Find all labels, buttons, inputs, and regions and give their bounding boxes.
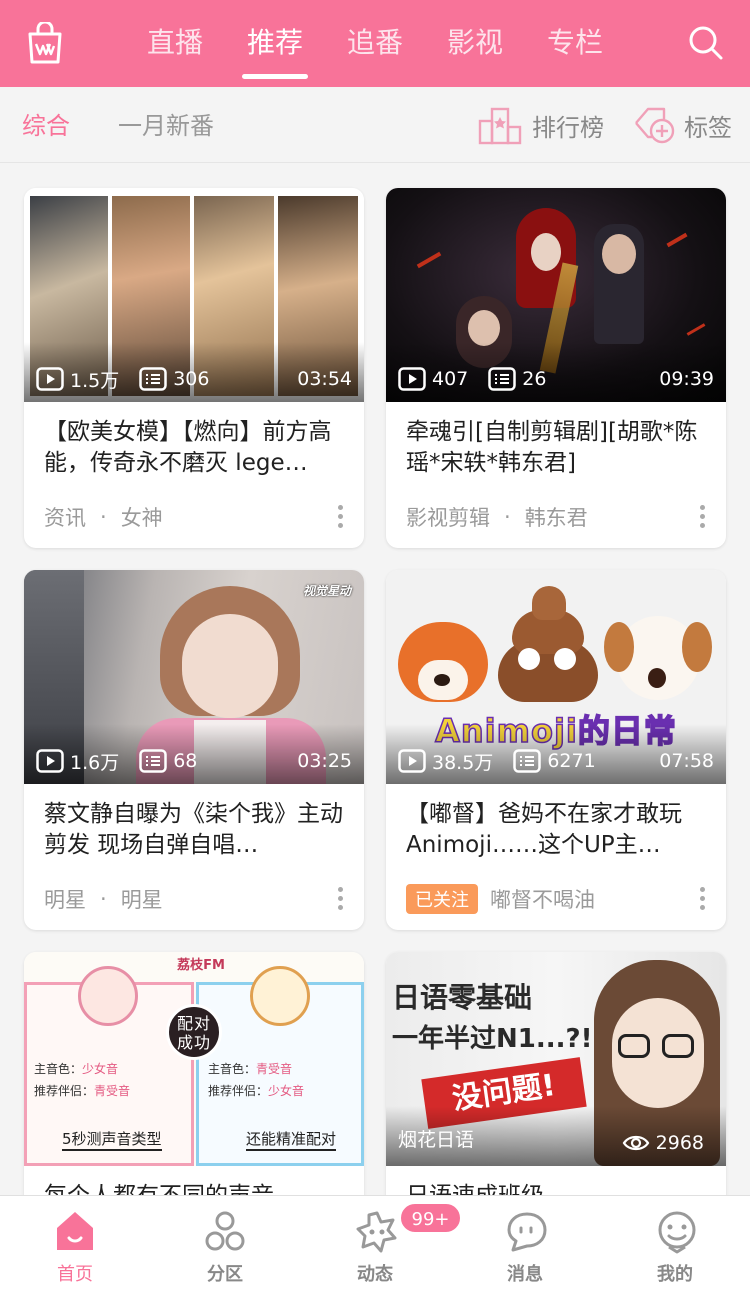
danmaku-count: 68 xyxy=(173,750,198,772)
danmaku-count: 306 xyxy=(173,368,210,390)
video-thumbnail: 日语零基础 一年半过N1...?! 没问题! 烟花日语 2968 xyxy=(386,952,726,1166)
danmaku-count: 6271 xyxy=(547,750,596,772)
danmaku-icon xyxy=(139,749,167,773)
nav-profile[interactable]: 我的 xyxy=(600,1196,750,1293)
partner-value: 少女音 xyxy=(268,1084,305,1098)
subtab-general[interactable]: 综合 xyxy=(22,87,70,163)
nav-home-label: 首页 xyxy=(57,1264,93,1285)
video-thumbnail: 视觉星动 1.6万 68 03:25 xyxy=(24,570,364,784)
thumb-caption: 5秒测声音类型 xyxy=(62,1128,162,1151)
video-card[interactable]: 407 26 09:39 牵魂引[自制剪辑剧][胡歌*陈瑶*宋轶*韩东君] 影视… xyxy=(386,188,726,548)
ranking-icon xyxy=(478,107,522,145)
category-tag[interactable]: 明星 xyxy=(44,884,86,914)
view-count: 2968 xyxy=(655,1132,704,1154)
video-title[interactable]: 【嘟督】爸妈不在家才敢玩Animoji……这个UP主… xyxy=(406,799,706,861)
voice-type-label: 主音色： xyxy=(208,1062,257,1076)
eye-icon xyxy=(622,1135,649,1151)
video-thumbnail: Animoji的日常 38.5万 6271 07:58 xyxy=(386,570,726,784)
tab-movies[interactable]: 影视 xyxy=(425,0,525,87)
followed-badge: 已关注 xyxy=(406,884,478,914)
partner-value: 青受音 xyxy=(94,1084,131,1098)
dynamics-icon xyxy=(356,1211,397,1253)
match-success-badge: 配对成功 xyxy=(166,1004,222,1060)
video-title[interactable]: 【欧美女模】【燃向】前方高能，传奇永不磨灭 lege… xyxy=(44,417,344,479)
top-bar: 直播 推荐 追番 影视 专栏 xyxy=(0,0,750,87)
video-card[interactable]: Animoji的日常 38.5万 6271 07:58 【嘟督】爸妈不在家才敢玩… xyxy=(386,570,726,930)
notification-badge: 99+ xyxy=(399,1202,462,1234)
thumb-headline: 日语零基础 xyxy=(392,981,533,1014)
play-count-icon xyxy=(36,367,64,391)
ranking-button[interactable]: 排行榜 xyxy=(478,87,604,163)
sub-tab-bar: 综合 一月新番 排行榜 标签 xyxy=(0,87,750,163)
bottom-navigation: 首页 分区 动态 消息 我的 xyxy=(0,1195,750,1293)
nav-categories-label: 分区 xyxy=(207,1264,243,1285)
more-options-icon[interactable] xyxy=(336,502,344,532)
voice-type-value: 少女音 xyxy=(82,1062,119,1076)
video-thumbnail: 荔枝FM 配对成功 主音色：少女音 推荐伴侣：青受音 主音色：青受音 推荐伴侣：… xyxy=(24,952,364,1166)
tab-live[interactable]: 直播 xyxy=(125,0,225,87)
category-tag[interactable]: 影视剪辑 xyxy=(406,502,490,532)
video-thumbnail: 407 26 09:39 xyxy=(386,188,726,402)
play-count: 1.6万 xyxy=(70,751,120,774)
play-count-icon xyxy=(398,367,426,391)
watermark-text: 视觉星动 xyxy=(302,584,351,598)
tab-recommend[interactable]: 推荐 xyxy=(225,0,325,87)
play-count-icon xyxy=(398,749,426,773)
video-card[interactable]: 1.5万 306 03:54 【欧美女模】【燃向】前方高能，传奇永不磨灭 leg… xyxy=(24,188,364,548)
partner-label: 推荐伴侣： xyxy=(34,1084,95,1098)
uploader-name[interactable]: 嘟督不喝油 xyxy=(490,884,595,914)
duration: 03:54 xyxy=(297,368,352,390)
topic-tag[interactable]: 女神 xyxy=(121,502,163,532)
topic-tag[interactable]: 韩东君 xyxy=(525,502,588,532)
tag-add-icon xyxy=(635,107,675,144)
partner-label: 推荐伴侣： xyxy=(208,1084,269,1098)
topic-tag[interactable]: 明星 xyxy=(121,884,163,914)
video-title[interactable]: 蔡文静自曝为《柒个我》主动剪发 现场自弹自唱… xyxy=(44,799,344,861)
danmaku-icon xyxy=(513,749,542,773)
nav-dynamics-label: 动态 xyxy=(357,1264,393,1285)
nav-categories[interactable]: 分区 xyxy=(150,1196,300,1293)
tab-anime[interactable]: 追番 xyxy=(325,0,425,87)
more-options-icon[interactable] xyxy=(336,884,344,914)
video-title[interactable]: 牵魂引[自制剪辑剧][胡歌*陈瑶*宋轶*韩东君] xyxy=(406,417,706,479)
play-count: 1.5万 xyxy=(70,369,120,392)
nav-home[interactable]: 首页 xyxy=(0,1196,150,1293)
ranking-label: 排行榜 xyxy=(532,113,604,142)
category-tag[interactable]: 资讯 xyxy=(44,502,86,532)
tags-label: 标签 xyxy=(684,113,732,142)
search-icon[interactable] xyxy=(688,25,724,61)
video-card[interactable]: 视觉星动 1.6万 68 03:25 蔡文静自曝为《柒个我》主动剪发 现场自弹自… xyxy=(24,570,364,930)
danmaku-count: 26 xyxy=(522,368,547,390)
play-count: 407 xyxy=(432,368,469,390)
voice-type-value: 青受音 xyxy=(256,1062,293,1076)
nav-messages-label: 消息 xyxy=(507,1264,543,1285)
danmaku-icon xyxy=(139,367,167,391)
more-options-icon[interactable] xyxy=(698,884,706,914)
tags-button[interactable]: 标签 xyxy=(632,87,732,163)
shopping-bag-icon[interactable] xyxy=(26,22,64,64)
profile-icon xyxy=(658,1211,696,1254)
subtab-new-season[interactable]: 一月新番 xyxy=(118,87,214,163)
brand-logo-text: 荔枝FM xyxy=(177,958,225,973)
thumb-subheadline: 一年半过N1...?! xyxy=(392,1024,593,1054)
video-thumbnail: 1.5万 306 03:54 xyxy=(24,188,364,402)
tab-columns[interactable]: 专栏 xyxy=(525,0,625,87)
thumb-caption: 还能精准配对 xyxy=(246,1128,337,1151)
channel-name: 烟花日语 xyxy=(398,1129,475,1151)
categories-icon xyxy=(205,1211,245,1251)
nav-messages[interactable]: 消息 xyxy=(450,1196,600,1293)
nav-profile-label: 我的 xyxy=(657,1264,693,1285)
voice-type-label: 主音色： xyxy=(34,1062,83,1076)
duration: 03:25 xyxy=(297,750,352,772)
home-icon xyxy=(57,1212,93,1250)
play-count: 38.5万 xyxy=(432,751,494,774)
more-options-icon[interactable] xyxy=(698,502,706,532)
play-count-icon xyxy=(36,749,64,773)
duration: 07:58 xyxy=(659,750,714,772)
message-bubble-icon xyxy=(507,1212,547,1252)
danmaku-icon xyxy=(488,367,517,391)
duration: 09:39 xyxy=(659,368,714,390)
